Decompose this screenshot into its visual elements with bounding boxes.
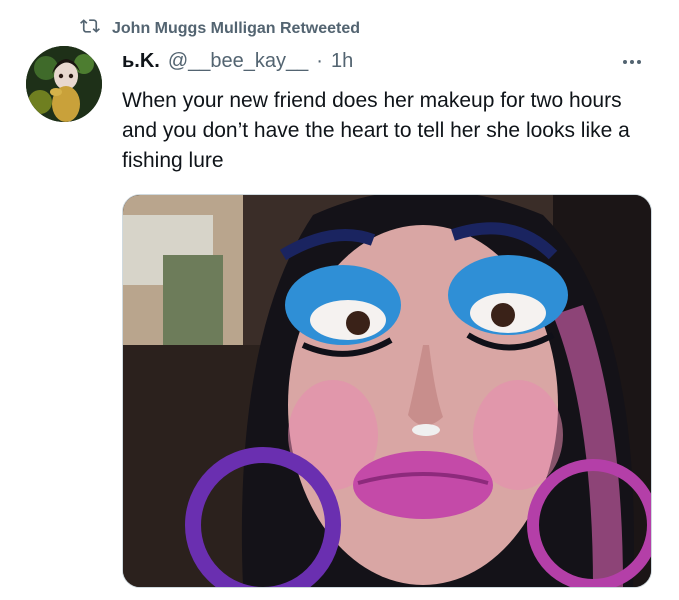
tweet-header: ь.K. @__bee_kay__ · 1h [122, 50, 353, 73]
more-icon[interactable] [615, 48, 649, 76]
tweet-photo[interactable] [122, 194, 652, 588]
display-name[interactable]: ь.K. [122, 50, 160, 73]
tweet-timestamp[interactable]: 1h [331, 50, 353, 73]
retweet-indicator[interactable]: John Muggs Mulligan Retweeted [80, 16, 360, 41]
user-handle[interactable]: @__bee_kay__ [168, 50, 308, 73]
avatar[interactable] [26, 46, 102, 122]
tweet-text: When your new friend does her makeup for… [122, 89, 636, 172]
retweet-label: John Muggs Mulligan Retweeted [112, 19, 361, 37]
separator-dot: · [316, 50, 323, 72]
retweet-icon [80, 16, 100, 41]
